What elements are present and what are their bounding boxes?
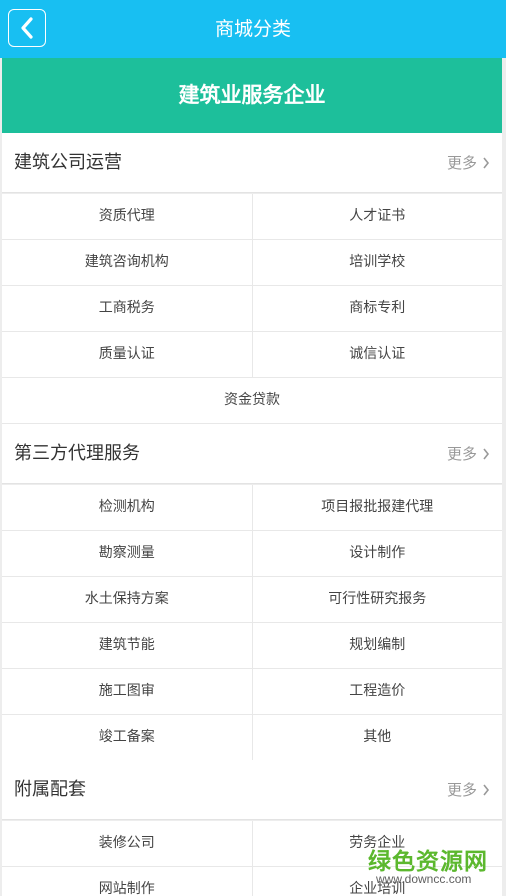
category-item[interactable]: 资金贷款	[2, 378, 502, 423]
category-item[interactable]: 商标专利	[251, 286, 503, 331]
category-item[interactable]: 建筑节能	[2, 623, 252, 668]
category-grid: 检测机构 项目报批报建代理 勘察测量 设计制作 水土保持方案 可行性研究报务 建…	[2, 485, 502, 761]
grid-row: 检测机构 项目报批报建代理	[2, 485, 502, 531]
section-header-construction-operations: 建筑公司运营 更多	[2, 133, 502, 193]
more-link[interactable]: 更多	[447, 133, 490, 193]
category-item[interactable]: 网站制作	[2, 867, 252, 896]
category-item[interactable]: 工程造价	[251, 669, 503, 714]
grid-row: 资质代理 人才证书	[2, 194, 502, 240]
chevron-right-icon	[483, 448, 490, 460]
category-item[interactable]: 项目报批报建代理	[251, 485, 503, 530]
grid-row: 工商税务 商标专利	[2, 286, 502, 332]
chevron-right-icon	[483, 784, 490, 796]
grid-row: 施工图审 工程造价	[2, 669, 502, 715]
grid-row: 建筑咨询机构 培训学校	[2, 240, 502, 286]
grid-row: 勘察测量 设计制作	[2, 531, 502, 577]
watermark-url: www.downcc.com	[376, 872, 472, 886]
more-link[interactable]: 更多	[447, 424, 490, 484]
watermark-name: 绿色资源网	[368, 849, 488, 875]
category-item[interactable]: 检测机构	[2, 485, 252, 530]
more-label: 更多	[446, 154, 477, 172]
more-link[interactable]: 更多	[447, 760, 490, 820]
category-item[interactable]: 规划编制	[251, 623, 503, 668]
category-item[interactable]: 设计制作	[251, 531, 503, 576]
section-header-ancillary: 附属配套 更多	[2, 760, 502, 820]
section-title: 建筑公司运营	[14, 152, 122, 173]
category-item[interactable]: 竣工备案	[2, 715, 252, 760]
category-item[interactable]: 工商税务	[2, 286, 252, 331]
top-bar: 商城分类	[0, 0, 506, 58]
watermark: 绿色资源网 www.downcc.com	[362, 842, 502, 892]
category-item[interactable]: 施工图审	[2, 669, 252, 714]
grid-row: 竣工备案 其他	[2, 715, 502, 761]
grid-row: 水土保持方案 可行性研究报务	[2, 577, 502, 623]
category-item[interactable]: 培训学校	[251, 240, 503, 285]
category-item[interactable]: 人才证书	[251, 194, 503, 239]
category-banner: 建筑业服务企业	[2, 58, 502, 133]
section-header-third-party-services: 第三方代理服务 更多	[2, 424, 502, 484]
category-item[interactable]: 资质代理	[2, 194, 252, 239]
grid-row: 资金贷款	[2, 378, 502, 424]
grid-row: 建筑节能 规划编制	[2, 623, 502, 669]
page-title: 商城分类	[214, 18, 291, 40]
chevron-right-icon	[483, 157, 490, 169]
category-item[interactable]: 装修公司	[2, 821, 252, 866]
category-item[interactable]: 诚信认证	[251, 332, 503, 377]
more-label: 更多	[446, 445, 477, 463]
grid-row: 质量认证 诚信认证	[2, 332, 502, 378]
category-item[interactable]: 其他	[251, 715, 503, 760]
category-item[interactable]: 水土保持方案	[2, 577, 252, 622]
category-item[interactable]: 建筑咨询机构	[2, 240, 252, 285]
more-label: 更多	[446, 781, 477, 799]
category-item[interactable]: 质量认证	[2, 332, 252, 377]
category-grid: 资质代理 人才证书 建筑咨询机构 培训学校 工商税务 商标专利 质量认证 诚信认…	[2, 194, 502, 424]
category-item[interactable]: 可行性研究报务	[251, 577, 503, 622]
section-title: 附属配套	[14, 779, 86, 800]
section-title: 第三方代理服务	[14, 443, 140, 464]
category-item[interactable]: 勘察测量	[2, 531, 252, 576]
